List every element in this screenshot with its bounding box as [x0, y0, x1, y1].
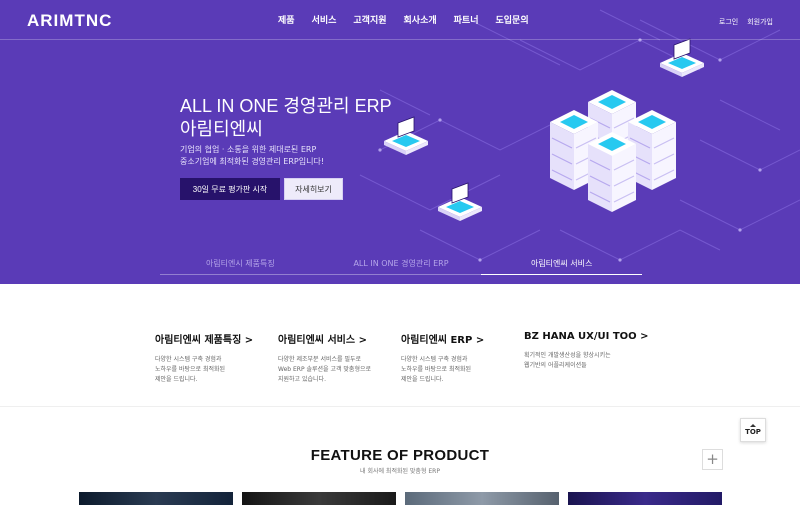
feature-desc: 다양한 제조부분 서비스를 필두로 Web ERP 솔루션을 고객 맞춤형으로 …	[278, 356, 372, 383]
arrow-up-icon	[750, 424, 756, 427]
hero-banner: ARIMTNC 제품 서비스 고객지원 회사소개 파트너 도입문의 로그인 회원…	[0, 0, 800, 284]
more-button[interactable]: +	[702, 449, 723, 470]
logo-text: ARIMTNC	[27, 11, 113, 30]
hero-tabs: 아림티엔시 제품특징 ALL IN ONE 경영관리 ERP 아림티엔씨 서비스	[160, 253, 643, 275]
section-divider	[0, 406, 800, 407]
product-thumb[interactable]	[405, 492, 559, 505]
hero-title-line1: ALL IN ONE 경영관리 ERP	[180, 96, 392, 116]
login-link[interactable]: 로그인	[719, 17, 738, 27]
hero-desc-line2: 중소기업에 최적화된 경영관리 ERP입니다!	[180, 157, 325, 166]
section-title: FEATURE OF PRODUCT	[310, 447, 490, 464]
scroll-top-button[interactable]: TOP	[740, 418, 766, 442]
feature-title[interactable]: 아림티엔씨 제품특징 >	[155, 331, 253, 346]
tab-product-features[interactable]: 아림티엔시 제품특징	[160, 253, 321, 275]
feature-product[interactable]: 아림티엔씨 제품특징 > 다양한 시스템 구축 경험과 노하우를 바탕으로 최적…	[155, 331, 253, 385]
plus-icon: +	[706, 450, 719, 468]
site-header: ARIMTNC 제품 서비스 고객지원 회사소개 파트너 도입문의 로그인 회원…	[0, 0, 800, 40]
nav-item-services[interactable]: 서비스	[312, 13, 337, 26]
hero-title-line2: 아림티엔씨	[180, 119, 263, 139]
product-thumb[interactable]	[242, 492, 396, 505]
nav-item-about[interactable]: 회사소개	[404, 13, 437, 26]
header-divider	[0, 39, 800, 40]
main-nav: 제품 서비스 고객지원 회사소개 파트너 도입문의	[278, 13, 529, 26]
learn-more-button[interactable]: 자세히보기	[284, 178, 343, 200]
feature-title[interactable]: 아림티엔씨 서비스 >	[278, 331, 376, 346]
hero-description: 기업의 협업 · 소통을 위한 제대로된 ERP 중소기업에 최적화된 경영관리…	[180, 144, 324, 168]
tab-erp[interactable]: ALL IN ONE 경영관리 ERP	[320, 253, 482, 275]
hero-desc-line1: 기업의 협업 · 소통을 위한 제대로된 ERP	[180, 145, 317, 154]
server-illustration	[383, 38, 705, 222]
feature-service[interactable]: 아림티엔씨 서비스 > 다양한 제조부분 서비스를 필두로 Web ERP 솔루…	[278, 331, 376, 385]
product-thumb[interactable]	[568, 492, 722, 505]
feature-title[interactable]: BZ HANA UX/UI TOO >	[524, 331, 649, 342]
nav-item-inquiry[interactable]: 도입문의	[496, 13, 529, 26]
tab-services[interactable]: 아림티엔씨 서비스	[481, 253, 643, 275]
util-links: 로그인 회원가입	[719, 17, 773, 27]
feature-erp[interactable]: 아림티엔씨 ERP > 다양한 시스템 구축 경험과 노하우를 바탕으로 최적화…	[401, 331, 499, 385]
nav-item-partners[interactable]: 파트너	[454, 13, 479, 26]
section-subtitle: 내 회사에 최적화된 맞춤형 ERP	[360, 468, 440, 475]
site-logo[interactable]: ARIMTNC	[27, 11, 113, 30]
feature-links: 아림티엔씨 제품특징 > 다양한 시스템 구축 경험과 노하우를 바탕으로 최적…	[155, 331, 649, 385]
feature-desc: 다양한 시스템 구축 경험과 노하우를 바탕으로 최적화된 제안을 드립니다.	[401, 356, 472, 383]
signup-link[interactable]: 회원가입	[747, 17, 773, 27]
feature-title[interactable]: 아림티엔씨 ERP >	[401, 331, 499, 346]
nav-item-products[interactable]: 제품	[278, 13, 295, 26]
feature-bz-hana[interactable]: BZ HANA UX/UI TOO > 획기적인 개발생산성을 향상시키는 웹기…	[524, 331, 649, 385]
top-label: TOP	[745, 428, 761, 436]
hero-title: ALL IN ONE 경영관리 ERP 아림티엔씨	[180, 95, 392, 141]
free-trial-button[interactable]: 30일 무료 평가판 시작	[180, 178, 280, 200]
feature-desc: 획기적인 개발생산성을 향상시키는 웹기반의 어플리케이션들	[524, 352, 611, 369]
product-thumbnails	[79, 492, 722, 505]
nav-item-support[interactable]: 고객지원	[353, 13, 386, 26]
feature-desc: 다양한 시스템 구축 경험과 노하우를 바탕으로 최적화된 제안을 드립니다.	[155, 356, 226, 383]
product-thumb[interactable]	[79, 492, 233, 505]
